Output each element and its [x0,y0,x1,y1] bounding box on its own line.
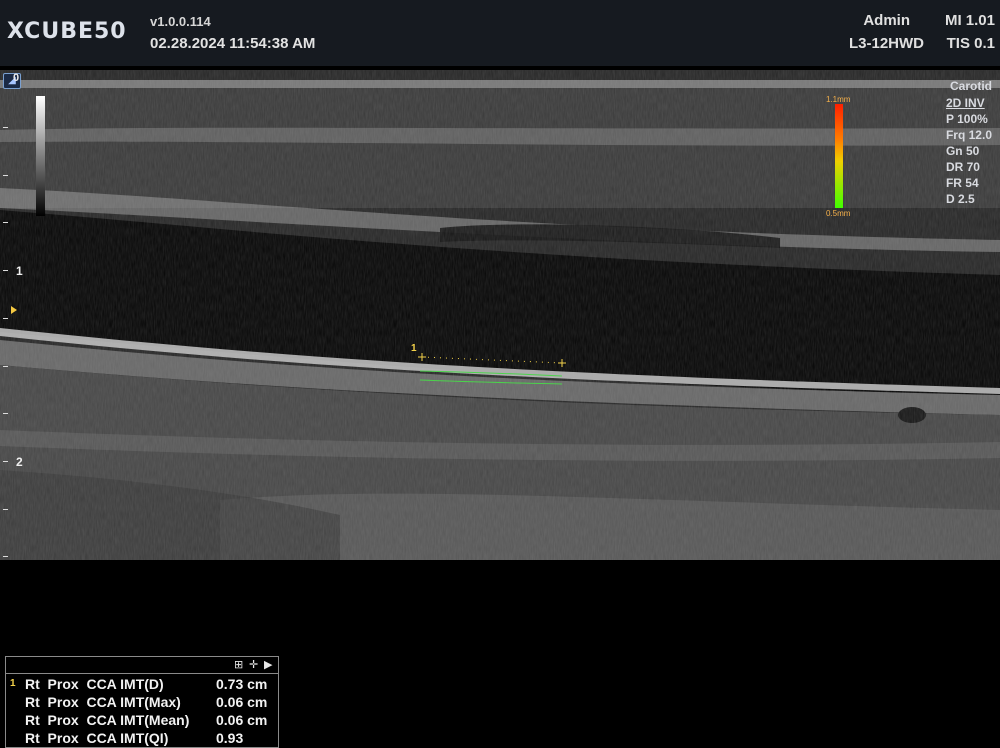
move-icon[interactable]: ✛ [249,658,258,672]
result-row: Rt Prox CCA IMT(QI) 0.93 [6,729,278,747]
result-label: Rt Prox CCA IMT(Max) [25,694,181,710]
grid-icon[interactable]: ⊞ [234,658,243,672]
imt-scale-min: 0.5mm [826,209,851,218]
depth-tick [3,366,8,367]
imaging-mode[interactable]: 2D INV [946,95,992,111]
depth-tick [3,509,8,510]
imaging-parameters: Carotid 2D INV P 100% Frq 12.0 Gn 50 DR … [946,78,992,207]
depth-tick [3,413,8,414]
user-name: Admin [863,12,910,29]
result-row: 1 Rt Prox CCA IMT(D) 0.73 cm [6,675,278,693]
software-version: v1.0.0.114 [150,14,211,29]
gain-param: Gn 50 [945,144,980,158]
dynamic-range-param: DR 70 [945,160,980,174]
depth-label-2: 2 [16,455,23,469]
depth-tick [3,270,8,271]
depth-tick [3,461,8,462]
header-bar: XCUBE50 v1.0.0.114 02.28.2024 11:54:38 A… [0,0,1000,66]
imt-color-scale [835,104,843,208]
result-value: 0.06 cm [216,694,268,710]
play-icon[interactable]: ▶ [264,658,272,672]
depth-tick [3,318,8,319]
results-toolbar: ⊞ ✛ ▶ [6,657,278,674]
thermal-index: TIS 0.1 [946,35,995,52]
result-label: Rt Prox CCA IMT(Mean) [25,712,190,728]
app-logo: XCUBE50 [7,19,127,44]
exam-datetime: 02.28.2024 11:54:38 AM [150,35,316,52]
result-label: Rt Prox CCA IMT(D) [25,676,164,692]
result-row: Rt Prox CCA IMT(Mean) 0.06 cm [6,711,278,729]
depth-tick [3,175,8,176]
ultrasound-image[interactable] [0,70,1000,560]
caliper-number: 1 [411,343,417,354]
depth-tick [3,222,8,223]
exam-preset: Carotid [950,79,992,93]
imt-scale-max: 1.1mm [826,95,851,104]
focus-marker-icon[interactable] [11,306,17,314]
frequency-param: Frq 12.0 [945,128,992,142]
measurement-results-panel: ⊞ ✛ ▶ 1 Rt Prox CCA IMT(D) 0.73 cm Rt Pr… [5,656,279,748]
probe-name: L3-12HWD [848,35,924,52]
grayscale-bar [36,96,45,216]
depth-label-zero: 0 [13,72,20,84]
result-label: Rt Prox CCA IMT(QI) [25,730,169,746]
result-value: 0.93 [216,730,244,746]
result-row: Rt Prox CCA IMT(Max) 0.06 cm [6,693,278,711]
mechanical-index: MI 1.01 [944,12,995,29]
result-value: 0.73 cm [216,676,268,692]
depth-label-1: 1 [16,264,23,278]
depth-tick [3,127,8,128]
power-param: P 100% [945,112,988,126]
depth-param: D 2.5 [945,192,975,206]
frame-rate-param: FR 54 [945,176,979,190]
result-value: 0.06 cm [216,712,268,728]
result-index: 1 [10,678,16,689]
depth-tick [3,556,8,557]
